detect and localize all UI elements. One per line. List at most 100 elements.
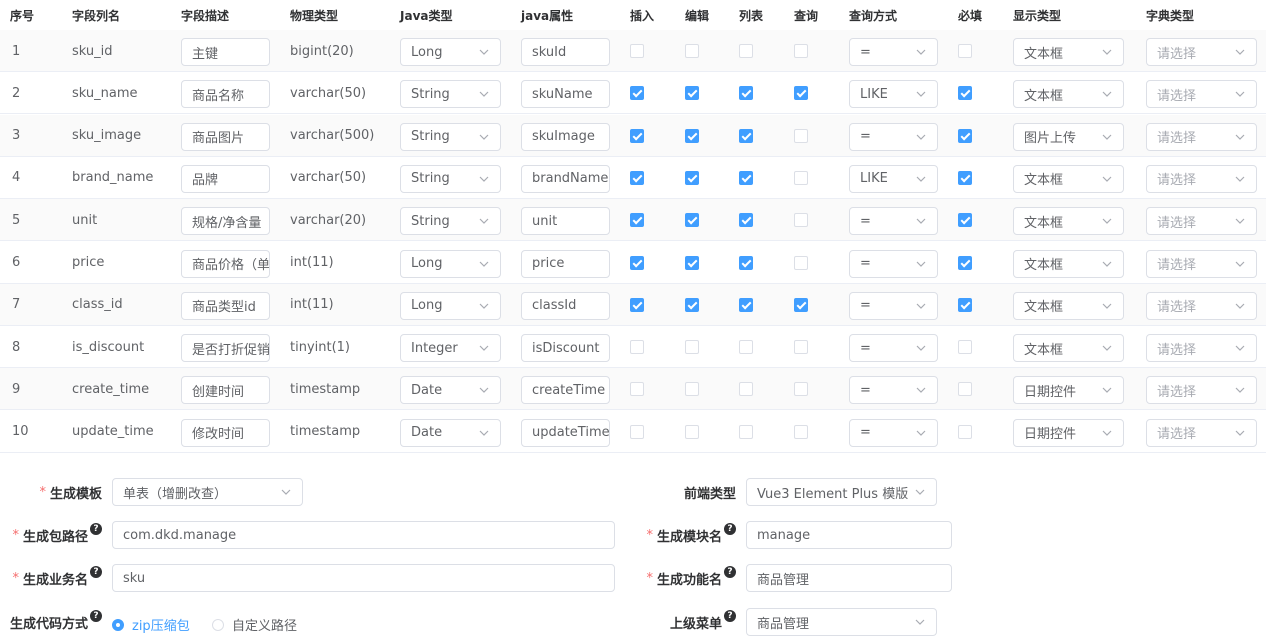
java-type-select[interactable]: String bbox=[400, 122, 501, 151]
required-checkbox[interactable] bbox=[958, 213, 972, 228]
java-field-input[interactable]: price bbox=[521, 249, 610, 278]
required-checkbox[interactable] bbox=[958, 255, 972, 270]
required-checkbox[interactable] bbox=[958, 297, 972, 312]
query-mode-select[interactable]: = bbox=[849, 418, 938, 447]
display-type-select[interactable]: 文本框 bbox=[1013, 207, 1124, 236]
query-checkbox[interactable] bbox=[794, 213, 808, 228]
java-type-select[interactable]: String bbox=[400, 80, 501, 109]
query-mode-select[interactable]: = bbox=[849, 122, 938, 151]
help-icon[interactable]: ? bbox=[724, 610, 736, 622]
function-name-input[interactable]: 商品管理 bbox=[746, 564, 952, 592]
java-field-input[interactable]: skuImage bbox=[521, 122, 610, 151]
column-desc-input[interactable]: 商品类型id bbox=[181, 291, 270, 320]
help-icon[interactable]: ? bbox=[90, 610, 102, 622]
display-type-select[interactable]: 文本框 bbox=[1013, 38, 1124, 66]
insert-checkbox[interactable] bbox=[630, 170, 644, 185]
query-checkbox[interactable] bbox=[794, 128, 808, 143]
query-checkbox[interactable] bbox=[794, 170, 808, 185]
edit-checkbox[interactable] bbox=[685, 128, 699, 143]
edit-checkbox[interactable] bbox=[685, 86, 699, 101]
display-type-select[interactable]: 文本框 bbox=[1013, 164, 1124, 193]
help-icon[interactable]: ? bbox=[90, 523, 102, 535]
dict-type-select[interactable]: 请选择 bbox=[1146, 38, 1257, 66]
dict-type-select[interactable]: 请选择 bbox=[1146, 291, 1257, 320]
query-checkbox[interactable] bbox=[794, 255, 808, 270]
insert-checkbox[interactable] bbox=[630, 213, 644, 228]
required-checkbox[interactable] bbox=[958, 86, 972, 101]
column-desc-input[interactable]: 商品名称 bbox=[181, 80, 270, 109]
java-type-select[interactable]: Date bbox=[400, 418, 501, 447]
template-select[interactable]: 单表（增删改查） bbox=[112, 478, 303, 506]
list-checkbox[interactable] bbox=[739, 44, 753, 58]
insert-checkbox[interactable] bbox=[630, 340, 644, 355]
java-field-input[interactable]: skuId bbox=[521, 38, 610, 66]
list-checkbox[interactable] bbox=[739, 86, 753, 101]
insert-checkbox[interactable] bbox=[630, 297, 644, 312]
edit-checkbox[interactable] bbox=[685, 44, 699, 58]
list-checkbox[interactable] bbox=[739, 170, 753, 185]
java-field-input[interactable]: skuName bbox=[521, 80, 610, 109]
insert-checkbox[interactable] bbox=[630, 382, 644, 397]
list-checkbox[interactable] bbox=[739, 340, 753, 355]
edit-checkbox[interactable] bbox=[685, 340, 699, 355]
edit-checkbox[interactable] bbox=[685, 382, 699, 397]
gen-type-radio-custom-path[interactable]: 自定义路径 bbox=[212, 615, 297, 634]
list-checkbox[interactable] bbox=[739, 382, 753, 397]
dict-type-select[interactable]: 请选择 bbox=[1146, 376, 1257, 405]
edit-checkbox[interactable] bbox=[685, 213, 699, 228]
dict-type-select[interactable]: 请选择 bbox=[1146, 207, 1257, 236]
column-desc-input[interactable]: 修改时间 bbox=[181, 418, 270, 447]
insert-checkbox[interactable] bbox=[630, 424, 644, 439]
column-desc-input[interactable]: 规格/净含量 bbox=[181, 207, 270, 236]
java-type-select[interactable]: String bbox=[400, 164, 501, 193]
edit-checkbox[interactable] bbox=[685, 424, 699, 439]
required-checkbox[interactable] bbox=[958, 170, 972, 185]
java-type-select[interactable]: Long bbox=[400, 291, 501, 320]
dict-type-select[interactable]: 请选择 bbox=[1146, 418, 1257, 447]
column-desc-input[interactable]: 品牌 bbox=[181, 164, 270, 193]
list-checkbox[interactable] bbox=[739, 255, 753, 270]
java-field-input[interactable]: isDiscount bbox=[521, 334, 610, 363]
query-mode-select[interactable]: = bbox=[849, 38, 938, 66]
java-type-select[interactable]: Long bbox=[400, 249, 501, 278]
display-type-select[interactable]: 文本框 bbox=[1013, 334, 1124, 363]
dict-type-select[interactable]: 请选择 bbox=[1146, 249, 1257, 278]
edit-checkbox[interactable] bbox=[685, 170, 699, 185]
required-checkbox[interactable] bbox=[958, 44, 972, 58]
required-checkbox[interactable] bbox=[958, 382, 972, 397]
display-type-select[interactable]: 日期控件 bbox=[1013, 418, 1124, 447]
column-desc-input[interactable]: 主键 bbox=[181, 38, 270, 66]
dict-type-select[interactable]: 请选择 bbox=[1146, 122, 1257, 151]
list-checkbox[interactable] bbox=[739, 213, 753, 228]
gen-type-radio-zip[interactable]: zip压缩包 bbox=[112, 615, 190, 634]
query-checkbox[interactable] bbox=[794, 340, 808, 355]
java-type-select[interactable]: Integer bbox=[400, 334, 501, 363]
column-desc-input[interactable]: 商品价格（单 bbox=[181, 249, 270, 278]
dict-type-select[interactable]: 请选择 bbox=[1146, 334, 1257, 363]
query-mode-select[interactable]: = bbox=[849, 376, 938, 405]
display-type-select[interactable]: 文本框 bbox=[1013, 249, 1124, 278]
java-type-select[interactable]: Date bbox=[400, 376, 501, 405]
query-checkbox[interactable] bbox=[794, 382, 808, 397]
display-type-select[interactable]: 图片上传 bbox=[1013, 122, 1124, 151]
query-mode-select[interactable]: = bbox=[849, 249, 938, 278]
dict-type-select[interactable]: 请选择 bbox=[1146, 164, 1257, 193]
query-mode-select[interactable]: = bbox=[849, 334, 938, 363]
module-name-input[interactable]: manage bbox=[746, 521, 952, 549]
required-checkbox[interactable] bbox=[958, 340, 972, 355]
insert-checkbox[interactable] bbox=[630, 44, 644, 58]
query-mode-select[interactable]: = bbox=[849, 291, 938, 320]
list-checkbox[interactable] bbox=[739, 297, 753, 312]
query-checkbox[interactable] bbox=[794, 44, 808, 58]
column-desc-input[interactable]: 是否打折促销 bbox=[181, 334, 270, 363]
edit-checkbox[interactable] bbox=[685, 255, 699, 270]
required-checkbox[interactable] bbox=[958, 424, 972, 439]
java-field-input[interactable]: updateTime bbox=[521, 418, 610, 447]
business-name-input[interactable]: sku bbox=[112, 564, 615, 592]
package-path-input[interactable]: com.dkd.manage bbox=[112, 521, 615, 549]
java-field-input[interactable]: createTime bbox=[521, 376, 610, 405]
display-type-select[interactable]: 文本框 bbox=[1013, 80, 1124, 109]
display-type-select[interactable]: 日期控件 bbox=[1013, 376, 1124, 405]
dict-type-select[interactable]: 请选择 bbox=[1146, 80, 1257, 109]
edit-checkbox[interactable] bbox=[685, 297, 699, 312]
